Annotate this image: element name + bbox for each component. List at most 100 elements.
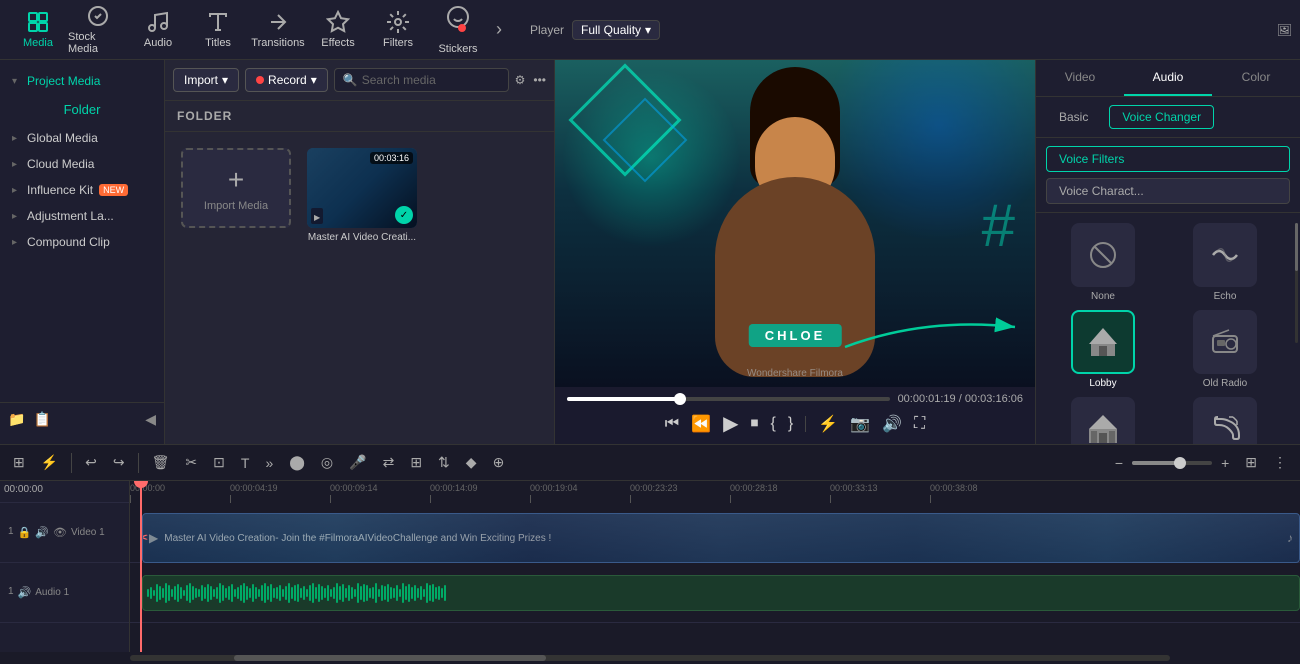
sidebar-item-influence-kit[interactable]: ▸ Influence Kit NEW (0, 177, 164, 203)
sidebar-item-cloud-media[interactable]: ▸ Cloud Media (0, 151, 164, 177)
media-toolbar: Import ▾ Record ▾ 🔍 Search media ⚙ ••• (165, 60, 554, 101)
multicam-icon[interactable]: ⊞ (405, 451, 427, 474)
audio1-volume-icon[interactable]: 🔊 (18, 586, 32, 599)
mark-in-icon[interactable]: { (771, 415, 776, 433)
text-icon[interactable]: T (236, 452, 255, 474)
voice-card-echo[interactable]: Echo (1168, 223, 1282, 302)
toolbar-stickers[interactable]: Stickers (428, 3, 488, 57)
top-toolbar: Media Stock Media Audio Titles Transitio… (0, 0, 1300, 60)
toolbar-media[interactable]: Media (8, 3, 68, 57)
collapse-panel-icon[interactable]: ◀ (145, 411, 156, 428)
checkmark-icon: ✓ (395, 206, 413, 224)
playhead[interactable] (140, 481, 142, 652)
bg-hashtag: # (982, 191, 1015, 260)
audio-icon[interactable]: 🎤 (344, 451, 371, 474)
record-button[interactable]: Record ▾ (245, 68, 328, 92)
snap-icon[interactable]: ⊞ (8, 451, 30, 474)
more-options-icon[interactable]: ⋮ (1268, 451, 1292, 474)
sidebar-item-global-media[interactable]: ▸ Global Media (0, 125, 164, 151)
delete-icon[interactable]: 🗑 (147, 451, 175, 474)
add-folder-icon[interactable]: 📁 (8, 411, 25, 428)
video-clip[interactable]: ✂ ▶ Master AI Video Creation- Join the #… (142, 513, 1300, 563)
cut-icon[interactable]: ✂ (180, 451, 202, 474)
crop-icon[interactable]: ⊡ (208, 451, 230, 474)
color-correct-icon[interactable]: ⬤ (284, 451, 310, 474)
filter-tab-voice-chara[interactable]: Voice Charact... (1046, 178, 1290, 204)
add-item-icon[interactable]: 📋 (33, 411, 50, 428)
play-icon[interactable]: ▶ (723, 411, 738, 436)
filter-tab-voice-filters[interactable]: Voice Filters (1046, 146, 1290, 172)
voice-card-old-radio[interactable]: Old Radio (1168, 310, 1282, 389)
voice-card-big-room[interactable]: Big Room (1046, 397, 1160, 444)
import-media-card[interactable]: + Import Media (181, 148, 291, 228)
sidebar-item-adjustment[interactable]: ▸ Adjustment La... (0, 203, 164, 229)
sync-icon[interactable]: ⇄ (378, 451, 400, 474)
video1-eye-icon[interactable]: 👁 (53, 526, 67, 539)
sub-tab-basic[interactable]: Basic (1046, 105, 1101, 129)
ruler-mark-2: 00:00:09:14 (330, 483, 378, 493)
split-icon[interactable]: ⚡ (818, 414, 838, 434)
more-icon[interactable]: ••• (533, 73, 546, 87)
stabilize-icon[interactable]: ◎ (316, 451, 338, 474)
voice-card-lobby[interactable]: Lobby (1046, 310, 1160, 389)
voice-card-none[interactable]: None (1046, 223, 1160, 302)
keyframe-icon[interactable]: ◆ (461, 451, 482, 474)
toolbar-titles[interactable]: Titles (188, 3, 248, 57)
magnet-icon[interactable]: ⚡ (36, 451, 63, 474)
progress-thumb (674, 393, 686, 405)
voice-icon-big-room (1071, 397, 1135, 444)
tab-audio[interactable]: Audio (1124, 60, 1212, 96)
video1-number: 1 (8, 526, 14, 539)
sidebar-item-project-media[interactable]: ▾ Project Media (0, 68, 164, 94)
grid-view-icon[interactable]: ⊞ (1240, 451, 1262, 474)
toolbar-more[interactable]: › (488, 19, 510, 40)
scissors-icon: ✂ (142, 528, 148, 548)
voice-card-phone[interactable]: Phone (1168, 397, 1282, 444)
video-thumbnail[interactable]: 00:03:16 ✓ ▶ Master AI Video Creati... (307, 148, 417, 243)
zoom-slider[interactable] (1132, 461, 1212, 465)
zoom-out-icon[interactable]: − (1110, 452, 1128, 474)
voice-grid-scrollbar[interactable] (1295, 223, 1298, 343)
zoom-in-icon[interactable]: + (1216, 452, 1234, 474)
search-box[interactable]: 🔍 Search media (334, 68, 509, 92)
voice-icon-old-radio (1193, 310, 1257, 374)
progress-track[interactable] (567, 397, 890, 401)
toolbar-transitions[interactable]: Transitions (248, 3, 308, 57)
player-label: Player (530, 23, 564, 37)
skip-back-icon[interactable]: ⏮ (665, 415, 679, 433)
sidebar-item-folder[interactable]: Folder (0, 98, 164, 121)
volume-icon[interactable]: 🔊 (882, 414, 902, 434)
undo-icon[interactable]: ↩ (80, 451, 102, 474)
ruler-mark-6: 00:00:28:18 (730, 483, 778, 493)
stop-icon[interactable]: ⏹ (751, 415, 759, 433)
toolbar-stock-media[interactable]: Stock Media (68, 3, 128, 57)
tab-color[interactable]: Color (1212, 60, 1300, 96)
quality-select[interactable]: Full Quality ▾ (572, 20, 660, 40)
timeline-tracks: 00:00:00 00:00:04:19 00:00:09:14 00:00:1… (130, 481, 1300, 652)
ruler-line-4 (530, 495, 531, 503)
video1-volume-icon[interactable]: 🔊 (35, 526, 49, 539)
player-overlay-name: CHLOE (749, 324, 842, 347)
image-icon[interactable]: 🖼 (1277, 23, 1292, 37)
speed-icon[interactable]: » (260, 452, 278, 474)
redo-icon[interactable]: ↪ (108, 451, 130, 474)
ai-tools-icon[interactable]: ⊕ (488, 451, 510, 474)
zoom-thumb (1174, 457, 1186, 469)
video1-lock-icon[interactable]: 🔒 (18, 526, 32, 539)
tab-video[interactable]: Video (1036, 60, 1124, 96)
toolbar-effects[interactable]: Effects (308, 3, 368, 57)
scroll-track[interactable] (130, 655, 1170, 661)
time-zero: 00:00:00 (0, 481, 47, 499)
fullscreen-icon[interactable]: ⛶ (914, 415, 925, 433)
toolbar-filters[interactable]: Filters (368, 3, 428, 57)
toolbar-audio[interactable]: Audio (128, 3, 188, 57)
snapshot-icon[interactable]: 📷 (850, 414, 870, 434)
audio-clip[interactable]: // Generate waveform bars inline const b… (142, 575, 1300, 611)
sidebar-item-compound-clip[interactable]: ▸ Compound Clip (0, 229, 164, 255)
sub-tab-voice-changer[interactable]: Voice Changer (1109, 105, 1214, 129)
step-back-icon[interactable]: ⏪ (691, 414, 711, 434)
filter-icon[interactable]: ⚙ (515, 73, 526, 87)
mark-out-icon[interactable]: } (788, 415, 793, 433)
import-button[interactable]: Import ▾ (173, 68, 239, 92)
switch-audio-icon[interactable]: ⇅ (433, 451, 455, 474)
